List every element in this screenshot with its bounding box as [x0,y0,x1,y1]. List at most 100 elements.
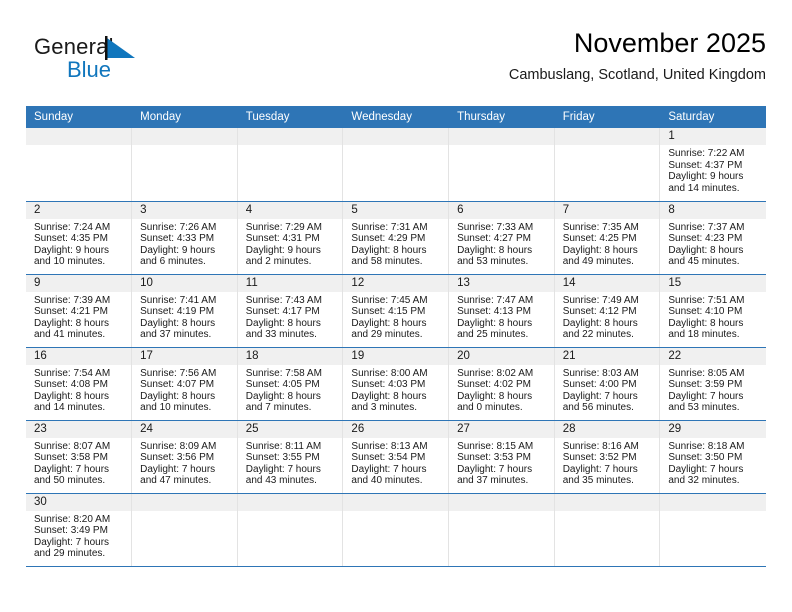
day-number [343,493,449,511]
day-cell-26[interactable]: 26 Sunrise: 8:13 AM Sunset: 3:54 PM Dayligh… [342,420,450,494]
day-sun-info: Sunrise: 8:07 AM Sunset: 3:58 PM Daylight:… [26,438,131,487]
day-cell-20[interactable]: 20 Sunrise: 8:02 AM Sunset: 4:02 PM Dayligh… [448,347,555,421]
day-cell-3[interactable]: 3 Sunrise: 7:26 AM Sunset: 4:33 PM Daylight… [131,201,238,275]
weekday-header-friday: Friday [554,106,661,128]
day-info-line: Daylight: 8 hours [562,244,638,256]
day-info-line: Sunrise: 8:18 AM [668,440,745,452]
day-number [132,493,237,511]
day-cell-25[interactable]: 25 Sunrise: 8:11 AM Sunset: 3:55 PM Dayligh… [237,420,344,494]
day-cell-11[interactable]: 11 Sunrise: 7:43 AM Sunset: 4:17 PM Dayligh… [237,274,344,348]
day-info-line: and 58 minutes. [351,256,423,268]
day-sun-info: Sunrise: 8:09 AM Sunset: 3:56 PM Daylight:… [132,438,237,487]
weekday-header-tuesday: Tuesday [237,106,344,128]
day-cell-1[interactable]: 1 Sunrise: 7:22 AM Sunset: 4:37 PM Daylight… [659,128,766,202]
day-info-line: Sunset: 4:31 PM [245,233,320,245]
day-info-line: and 29 minutes. [34,548,106,560]
page-header: General Blue November 2025 Cambuslang, S… [26,26,766,98]
day-info-line: Sunrise: 7:47 AM [457,294,534,306]
day-sun-info: Sunrise: 7:54 AM Sunset: 4:08 PM Daylight:… [26,365,131,414]
day-info-line: Sunrise: 7:26 AM [140,221,217,233]
day-sun-info: Sunrise: 7:33 AM Sunset: 4:27 PM Daylight:… [449,219,554,268]
day-cell-14[interactable]: 14 Sunrise: 7:49 AM Sunset: 4:12 PM Dayligh… [554,274,661,348]
day-cell-19[interactable]: 19 Sunrise: 8:00 AM Sunset: 4:03 PM Dayligh… [342,347,450,421]
day-info-line: and 14 minutes. [668,182,740,194]
day-info-line: Sunrise: 7:54 AM [34,367,111,379]
day-cell-28[interactable]: 28 Sunrise: 8:16 AM Sunset: 3:52 PM Dayligh… [554,420,661,494]
day-cell-empty [26,128,133,202]
day-cell-6[interactable]: 6 Sunrise: 7:33 AM Sunset: 4:27 PM Daylight… [448,201,555,275]
day-cell-17[interactable]: 17 Sunrise: 7:56 AM Sunset: 4:07 PM Dayligh… [131,347,238,421]
day-info-line: Sunset: 4:12 PM [562,306,637,318]
day-info-line: Daylight: 8 hours [351,317,427,329]
weekday-header-sunday: Sunday [26,106,133,128]
day-info-line: Sunrise: 7:37 AM [668,221,745,233]
day-cell-10[interactable]: 10 Sunrise: 7:41 AM Sunset: 4:19 PM Dayligh… [131,274,238,348]
day-number: 25 [237,420,343,438]
day-info-line: and 14 minutes. [34,402,106,414]
day-sun-info: Sunrise: 8:16 AM Sunset: 3:52 PM Daylight:… [555,438,660,487]
day-info-line: Daylight: 8 hours [668,317,744,329]
brand-logo[interactable]: General Blue [34,34,214,90]
weekday-header-monday: Monday [131,106,238,128]
calendar-week-row: 16 Sunrise: 7:54 AM Sunset: 4:08 PM Dayligh… [26,347,766,421]
day-info-line: Daylight: 8 hours [457,390,533,402]
day-info-line: Sunrise: 8:16 AM [562,440,639,452]
day-info-line: Daylight: 9 hours [34,244,110,256]
day-sun-info: Sunrise: 7:45 AM Sunset: 4:15 PM Daylight:… [343,292,448,341]
day-number: 21 [554,347,660,365]
day-cell-13[interactable]: 13 Sunrise: 7:47 AM Sunset: 4:13 PM Dayligh… [448,274,555,348]
calendar-table: Sunday Monday Tuesday Wednesday Thursday Frid… [26,106,766,567]
day-number [237,493,343,511]
day-info-line: Sunrise: 8:20 AM [34,513,111,525]
day-info-line: and 40 minutes. [351,475,423,487]
day-info-line: Sunrise: 8:02 AM [457,367,534,379]
day-cell-23[interactable]: 23 Sunrise: 8:07 AM Sunset: 3:58 PM Dayligh… [26,420,133,494]
day-number: 17 [132,347,237,365]
day-cell-5[interactable]: 5 Sunrise: 7:31 AM Sunset: 4:29 PM Daylight… [342,201,450,275]
day-cell-empty [448,493,555,567]
calendar-body: 1 Sunrise: 7:22 AM Sunset: 4:37 PM Daylight… [26,128,766,567]
day-cell-29[interactable]: 29 Sunrise: 8:18 AM Sunset: 3:50 PM Dayligh… [659,420,766,494]
day-info-line: Sunset: 3:55 PM [245,452,320,464]
day-cell-18[interactable]: 18 Sunrise: 7:58 AM Sunset: 4:05 PM Dayligh… [237,347,344,421]
day-info-line: Daylight: 9 hours [140,244,216,256]
day-info-line: Daylight: 8 hours [351,390,427,402]
day-info-line: Daylight: 8 hours [245,317,321,329]
day-info-line: Sunrise: 8:11 AM [245,440,322,452]
day-number: 5 [343,201,449,219]
day-info-line: and 10 minutes. [140,402,212,414]
day-number: 16 [26,347,132,365]
day-cell-24[interactable]: 24 Sunrise: 8:09 AM Sunset: 3:56 PM Dayligh… [131,420,238,494]
day-cell-16[interactable]: 16 Sunrise: 7:54 AM Sunset: 4:08 PM Dayligh… [26,347,133,421]
day-cell-9[interactable]: 9 Sunrise: 7:39 AM Sunset: 4:21 PM Daylight… [26,274,133,348]
day-cell-8[interactable]: 8 Sunrise: 7:37 AM Sunset: 4:23 PM Daylight… [659,201,766,275]
day-cell-27[interactable]: 27 Sunrise: 8:15 AM Sunset: 3:53 PM Dayligh… [448,420,555,494]
day-info-line: Sunset: 4:05 PM [245,379,320,391]
day-cell-7[interactable]: 7 Sunrise: 7:35 AM Sunset: 4:25 PM Daylight… [554,201,661,275]
day-cell-empty [237,128,344,202]
day-sun-info: Sunrise: 7:37 AM Sunset: 4:23 PM Daylight:… [660,219,765,268]
day-info-line: Daylight: 7 hours [34,536,110,548]
day-info-line: and 0 minutes. [457,402,523,414]
day-info-line: Sunset: 3:54 PM [351,452,426,464]
day-cell-12[interactable]: 12 Sunrise: 7:45 AM Sunset: 4:15 PM Dayligh… [342,274,450,348]
day-cell-30[interactable]: 30 Sunrise: 8:20 AM Sunset: 3:49 PM Dayligh… [26,493,133,567]
day-number: 20 [449,347,554,365]
day-info-line: Daylight: 7 hours [562,390,638,402]
day-cell-15[interactable]: 15 Sunrise: 7:51 AM Sunset: 4:10 PM Dayligh… [659,274,766,348]
day-info-line: Daylight: 7 hours [668,463,744,475]
day-info-line: Sunrise: 7:45 AM [351,294,428,306]
day-info-line: Sunrise: 7:35 AM [562,221,639,233]
day-number: 22 [660,347,766,365]
day-cell-4[interactable]: 4 Sunrise: 7:29 AM Sunset: 4:31 PM Daylight… [237,201,344,275]
day-info-line: Sunset: 4:23 PM [668,233,743,245]
page-title: November 2025 [573,28,766,58]
day-cell-empty [554,128,661,202]
day-info-line: Daylight: 8 hours [140,390,216,402]
day-sun-info: Sunrise: 8:15 AM Sunset: 3:53 PM Daylight:… [449,438,554,487]
day-cell-21[interactable]: 21 Sunrise: 8:03 AM Sunset: 4:00 PM Dayligh… [554,347,661,421]
day-number [449,128,554,145]
calendar-header-row: Sunday Monday Tuesday Wednesday Thursday Frid… [26,106,766,128]
day-cell-2[interactable]: 2 Sunrise: 7:24 AM Sunset: 4:35 PM Daylight… [26,201,133,275]
day-cell-22[interactable]: 22 Sunrise: 8:05 AM Sunset: 3:59 PM Dayligh… [659,347,766,421]
